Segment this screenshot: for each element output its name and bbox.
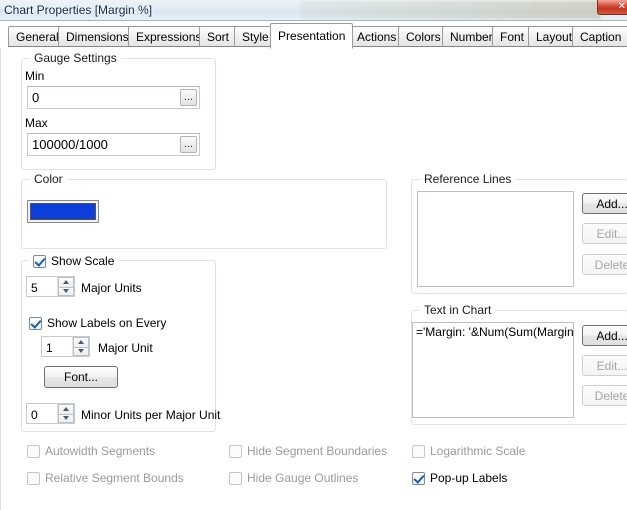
gauge-settings-title: Gauge Settings bbox=[30, 51, 121, 65]
checkbox-box bbox=[33, 254, 46, 268]
major-units-stepper[interactable] bbox=[26, 276, 75, 297]
reference-lines-edit-button: Edit... bbox=[582, 223, 627, 244]
tab-expressions[interactable]: Expressions bbox=[128, 26, 210, 47]
text-in-chart-list[interactable]: ='Margin: '&Num(Sum(Margin) / S bbox=[412, 322, 574, 418]
show-scale-label: Show Scale bbox=[51, 254, 115, 268]
autowidth-segments-label: Autowidth Segments bbox=[45, 444, 156, 458]
text-in-chart-title: Text in Chart bbox=[420, 303, 496, 317]
relative-segment-bounds-label: Relative Segment Bounds bbox=[45, 471, 184, 485]
max-browse-button[interactable]: ... bbox=[180, 136, 197, 153]
show-scale-checkbox[interactable]: Show Scale bbox=[29, 254, 119, 268]
major-unit-label: Major Unit bbox=[98, 341, 153, 355]
chevron-up-icon[interactable] bbox=[58, 277, 74, 287]
logarithmic-scale-label: Logarithmic Scale bbox=[430, 444, 526, 458]
window-title: Chart Properties [Margin %] bbox=[4, 3, 153, 17]
minor-units-input[interactable] bbox=[27, 404, 57, 423]
reference-lines-list[interactable] bbox=[417, 191, 574, 287]
show-labels-checkbox[interactable]: Show Labels on Every bbox=[29, 316, 166, 330]
checkbox-box bbox=[229, 444, 242, 458]
reference-lines-delete-button: Delete bbox=[582, 254, 627, 275]
min-label: Min bbox=[25, 69, 45, 83]
chevron-down-icon[interactable] bbox=[58, 413, 74, 423]
tab-dimensions[interactable]: Dimensions bbox=[58, 26, 137, 47]
checkbox-box bbox=[412, 444, 425, 458]
hide-segment-boundaries-label: Hide Segment Boundaries bbox=[247, 444, 388, 458]
tab-caption[interactable]: Caption bbox=[572, 26, 627, 47]
checkbox-box bbox=[412, 471, 425, 485]
tab-sort[interactable]: Sort bbox=[199, 26, 238, 47]
chevron-up-icon[interactable] bbox=[58, 404, 74, 414]
list-item[interactable]: ='Margin: '&Num(Sum(Margin) / S bbox=[413, 323, 573, 340]
chevron-down-icon[interactable] bbox=[73, 346, 89, 356]
checkbox-box bbox=[27, 444, 40, 458]
checkbox-box bbox=[29, 316, 42, 330]
color-swatch-button[interactable] bbox=[27, 200, 99, 223]
popup-labels-checkbox[interactable]: Pop-up Labels bbox=[412, 471, 507, 485]
major-unit-arrows bbox=[72, 337, 89, 356]
major-units-input[interactable] bbox=[27, 277, 57, 296]
tab-strip: General Dimensions Expressions Sort Styl… bbox=[0, 21, 627, 49]
minor-units-stepper[interactable] bbox=[26, 403, 75, 424]
max-label: Max bbox=[25, 116, 48, 130]
minor-units-arrows bbox=[57, 404, 74, 423]
color-swatch bbox=[30, 203, 96, 220]
logarithmic-scale-checkbox[interactable]: Logarithmic Scale bbox=[412, 444, 525, 458]
checkbox-box bbox=[27, 471, 40, 485]
text-in-chart-delete-button: Delete bbox=[582, 385, 627, 406]
text-in-chart-add-button[interactable]: Add... bbox=[582, 325, 627, 346]
tab-font[interactable]: Font bbox=[492, 26, 533, 47]
min-input[interactable] bbox=[27, 86, 200, 109]
relative-segment-bounds-checkbox: Relative Segment Bounds bbox=[27, 471, 184, 485]
major-unit-stepper[interactable] bbox=[41, 336, 90, 357]
tab-presentation[interactable]: Presentation bbox=[270, 23, 354, 49]
hide-gauge-outlines-checkbox: Hide Gauge Outlines bbox=[229, 471, 358, 485]
reference-lines-title: Reference Lines bbox=[420, 172, 516, 186]
checkbox-box bbox=[229, 471, 242, 485]
titlebar-background-artifact bbox=[300, 1, 600, 19]
major-units-label: Major Units bbox=[81, 281, 142, 295]
reference-lines-add-button[interactable]: Add... bbox=[582, 193, 627, 214]
autowidth-segments-checkbox: Autowidth Segments bbox=[27, 444, 155, 458]
min-browse-button[interactable]: ... bbox=[180, 89, 197, 106]
tab-actions[interactable]: Actions bbox=[349, 26, 405, 47]
chart-properties-dialog: Chart Properties [Margin %] ✕ General Di… bbox=[0, 0, 627, 510]
title-bar: Chart Properties [Margin %] ✕ bbox=[0, 0, 627, 21]
color-group-title: Color bbox=[30, 172, 67, 186]
close-button[interactable]: ✕ bbox=[597, 0, 627, 15]
presentation-panel: Gauge Settings Min ... Max ... Color Sho… bbox=[0, 48, 627, 510]
hide-segment-boundaries-checkbox: Hide Segment Boundaries bbox=[229, 444, 387, 458]
chevron-up-icon[interactable] bbox=[73, 337, 89, 347]
max-input[interactable] bbox=[27, 133, 200, 156]
major-units-arrows bbox=[57, 277, 74, 296]
minor-units-label: Minor Units per Major Unit bbox=[81, 408, 221, 422]
popup-labels-label: Pop-up Labels bbox=[430, 471, 508, 485]
hide-gauge-outlines-label: Hide Gauge Outlines bbox=[247, 471, 359, 485]
font-button[interactable]: Font... bbox=[44, 366, 118, 388]
close-icon: ✕ bbox=[617, 1, 626, 12]
text-in-chart-edit-button: Edit... bbox=[582, 355, 627, 376]
show-labels-label: Show Labels on Every bbox=[47, 316, 167, 330]
chevron-down-icon[interactable] bbox=[58, 286, 74, 296]
major-unit-input[interactable] bbox=[42, 337, 72, 356]
